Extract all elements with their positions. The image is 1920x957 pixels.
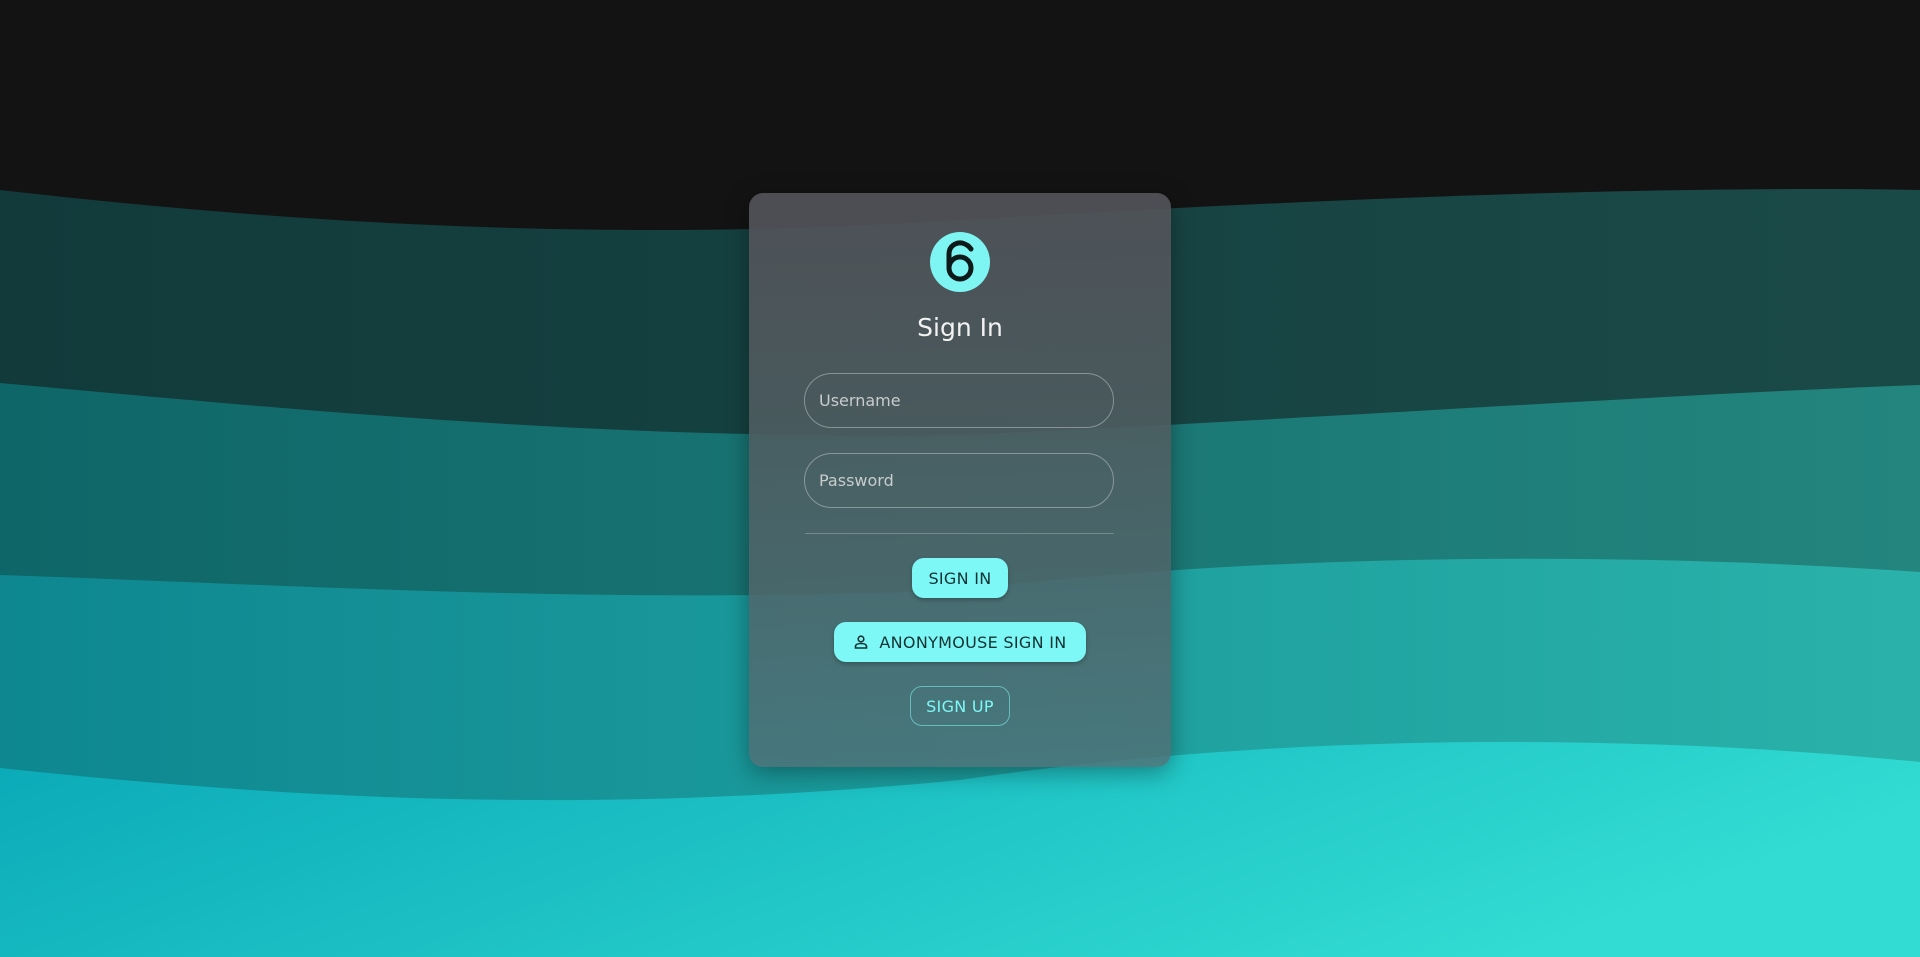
username-input[interactable] [805,374,1113,427]
sign-in-button[interactable]: SIGN IN [912,558,1008,598]
open-lock-logo-icon [930,232,990,292]
anonymous-sign-in-label: ANONYMOUSE SIGN IN [879,632,1067,652]
login-page: Sign In SIGN IN ANONYMOUSE SIGN IN SIGN … [0,0,1920,957]
sign-in-title: Sign In [917,313,1003,342]
sign-in-card: Sign In SIGN IN ANONYMOUSE SIGN IN SIGN … [749,193,1171,767]
password-input[interactable] [805,454,1113,507]
password-field[interactable] [804,453,1114,508]
sign-up-button[interactable]: SIGN UP [910,686,1010,726]
username-field[interactable] [804,373,1114,428]
sign-in-button-label: SIGN IN [928,568,992,588]
divider [805,533,1114,534]
person-icon [853,634,869,650]
sign-up-button-label: SIGN UP [926,696,994,716]
anonymous-sign-in-button[interactable]: ANONYMOUSE SIGN IN [834,622,1086,662]
